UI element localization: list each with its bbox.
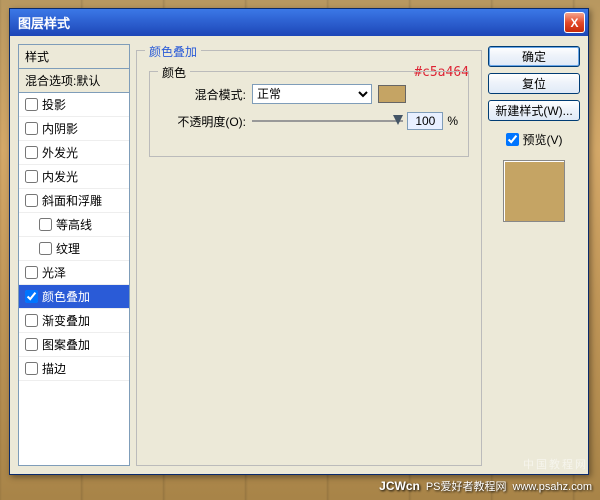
ok-button[interactable]: 确定 — [488, 46, 580, 67]
blend-mode-label: 混合模式: — [160, 86, 246, 103]
color-overlay-group: 颜色叠加 #c5a464 颜色 混合模式: 正常 不透明度(O): — [136, 50, 482, 466]
style-label: 内阴影 — [42, 120, 78, 137]
close-button[interactable]: X — [564, 12, 585, 33]
close-icon: X — [570, 16, 578, 30]
opacity-slider[interactable] — [252, 112, 403, 130]
style-checkbox[interactable] — [39, 218, 52, 231]
style-checkbox[interactable] — [25, 146, 38, 159]
right-column: 确定 复位 新建样式(W)... 预览(V) — [488, 44, 580, 466]
inner-title: 颜色 — [158, 64, 190, 81]
style-checkbox[interactable] — [25, 98, 38, 111]
style-item[interactable]: 投影 — [19, 93, 129, 117]
cancel-button[interactable]: 复位 — [488, 73, 580, 94]
style-item[interactable]: 光泽 — [19, 261, 129, 285]
style-item[interactable]: 描边 — [19, 357, 129, 381]
watermark-sub1: PS爱好者教程网 — [426, 478, 507, 494]
preview-row: 预览(V) — [488, 131, 580, 148]
style-label: 纹理 — [56, 240, 80, 257]
style-label: 投影 — [42, 96, 66, 113]
style-checkbox[interactable] — [25, 362, 38, 375]
style-item[interactable]: 纹理 — [19, 237, 129, 261]
blend-mode-select[interactable]: 正常 — [252, 84, 372, 104]
styles-list: 投影内阴影外发光内发光斜面和浮雕等高线纹理光泽颜色叠加渐变叠加图案叠加描边 — [19, 93, 129, 465]
style-label: 图案叠加 — [42, 336, 90, 353]
watermark-brand: JCWcn — [379, 479, 420, 493]
style-item[interactable]: 等高线 — [19, 213, 129, 237]
slider-thumb[interactable] — [393, 115, 403, 125]
new-style-button[interactable]: 新建样式(W)... — [488, 100, 580, 121]
style-checkbox[interactable] — [25, 290, 38, 303]
style-checkbox[interactable] — [25, 170, 38, 183]
style-checkbox[interactable] — [25, 314, 38, 327]
style-item[interactable]: 内阴影 — [19, 117, 129, 141]
style-checkbox[interactable] — [25, 194, 38, 207]
style-item[interactable]: 渐变叠加 — [19, 309, 129, 333]
color-swatch[interactable] — [378, 85, 406, 103]
style-checkbox[interactable] — [25, 338, 38, 351]
style-item[interactable]: 内发光 — [19, 165, 129, 189]
style-label: 光泽 — [42, 264, 66, 281]
watermark-sub2: www.psahz.com — [513, 481, 592, 493]
titlebar: 图层样式 X — [10, 9, 588, 36]
style-label: 描边 — [42, 360, 66, 377]
style-item[interactable]: 图案叠加 — [19, 333, 129, 357]
dialog-title: 图层样式 — [18, 13, 564, 32]
color-fieldset: 颜色 混合模式: 正常 不透明度(O): — [149, 71, 469, 157]
styles-header: 样式 — [19, 45, 129, 69]
style-checkbox[interactable] — [25, 266, 38, 279]
preview-label: 预览(V) — [523, 131, 563, 148]
style-label: 斜面和浮雕 — [42, 192, 102, 209]
style-checkbox[interactable] — [25, 122, 38, 135]
style-label: 外发光 — [42, 144, 78, 161]
style-label: 等高线 — [56, 216, 92, 233]
blend-options-row[interactable]: 混合选项:默认 — [19, 69, 129, 93]
styles-panel: 样式 混合选项:默认 投影内阴影外发光内发光斜面和浮雕等高线纹理光泽颜色叠加渐变… — [18, 44, 130, 466]
style-label: 颜色叠加 — [42, 288, 90, 305]
watermark-faint: 中国教程网 — [523, 456, 588, 472]
group-title: 颜色叠加 — [145, 43, 201, 60]
dialog-body: 样式 混合选项:默认 投影内阴影外发光内发光斜面和浮雕等高线纹理光泽颜色叠加渐变… — [10, 36, 588, 474]
opacity-unit: % — [447, 114, 458, 128]
opacity-label: 不透明度(O): — [160, 113, 246, 130]
preview-checkbox[interactable] — [506, 133, 519, 146]
opacity-row: 不透明度(O): % — [160, 112, 458, 130]
style-item[interactable]: 颜色叠加 — [19, 285, 129, 309]
slider-track — [252, 120, 403, 122]
watermark: JCWcn PS爱好者教程网 www.psahz.com — [379, 478, 592, 494]
blend-mode-row: 混合模式: 正常 — [160, 84, 458, 104]
style-item[interactable]: 斜面和浮雕 — [19, 189, 129, 213]
preview-swatch — [503, 160, 565, 222]
opacity-slider-wrap: % — [252, 112, 458, 130]
style-checkbox[interactable] — [39, 242, 52, 255]
style-label: 内发光 — [42, 168, 78, 185]
style-label: 渐变叠加 — [42, 312, 90, 329]
style-item[interactable]: 外发光 — [19, 141, 129, 165]
layer-style-dialog: 图层样式 X 样式 混合选项:默认 投影内阴影外发光内发光斜面和浮雕等高线纹理光… — [9, 8, 589, 475]
opacity-input[interactable] — [407, 112, 443, 130]
